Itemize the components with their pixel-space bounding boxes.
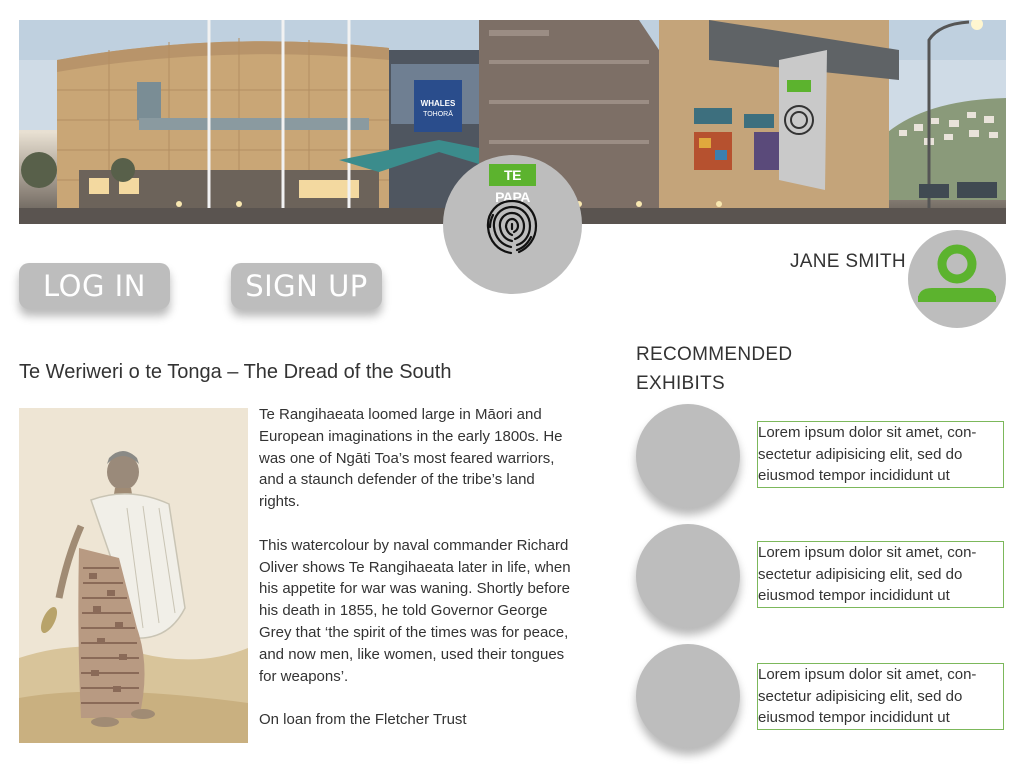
watercolour-portrait-image [19,408,248,743]
login-button[interactable]: LOG IN [19,263,170,309]
logo-brand-text: TE PAPA [489,164,536,205]
article-body: Te Rangihaeata loomed large in Māori and… [259,404,579,753]
signup-button[interactable]: SIGN UP [231,263,382,309]
recommended-exhibit-description-2[interactable]: Lorem ipsum dolor sit amet, con-sectetur… [757,541,1004,608]
user-icon [918,244,996,302]
recommended-exhibit-thumbnail-3[interactable] [636,644,740,748]
article-paragraph-2: This watercolour by naval commander Rich… [259,536,571,685]
recommended-exhibit-description-3[interactable]: Lorem ipsum dolor sit amet, con-sectetur… [757,663,1004,730]
svg-text:TOHORĀ: TOHORĀ [423,110,453,118]
recommended-exhibit-thumbnail-1[interactable] [636,404,740,508]
recommended-heading-line-2: EXHIBITS [636,373,725,394]
recommended-heading-line-1: RECOMMENDED [636,344,793,365]
user-avatar-button[interactable] [908,230,1006,328]
te-papa-logo: TE PAPA [443,155,582,294]
article-paragraph-1: Te Rangihaeata loomed large in Māori and… [259,406,563,511]
svg-text:WHALES: WHALES [421,99,456,108]
recommended-exhibit-thumbnail-2[interactable] [636,524,740,628]
recommended-exhibits-heading: RECOMMENDED EXHIBITS [636,340,836,398]
article-credit: On loan from the Fletcher Trust [259,711,467,729]
fingerprint-icon [486,199,538,255]
recommended-exhibit-description-1[interactable]: Lorem ipsum dolor sit amet, con-sectetur… [757,421,1004,488]
article-title: Te Weriweri o te Tonga – The Dread of th… [19,361,452,383]
user-name: JANE SMITH [790,251,906,272]
